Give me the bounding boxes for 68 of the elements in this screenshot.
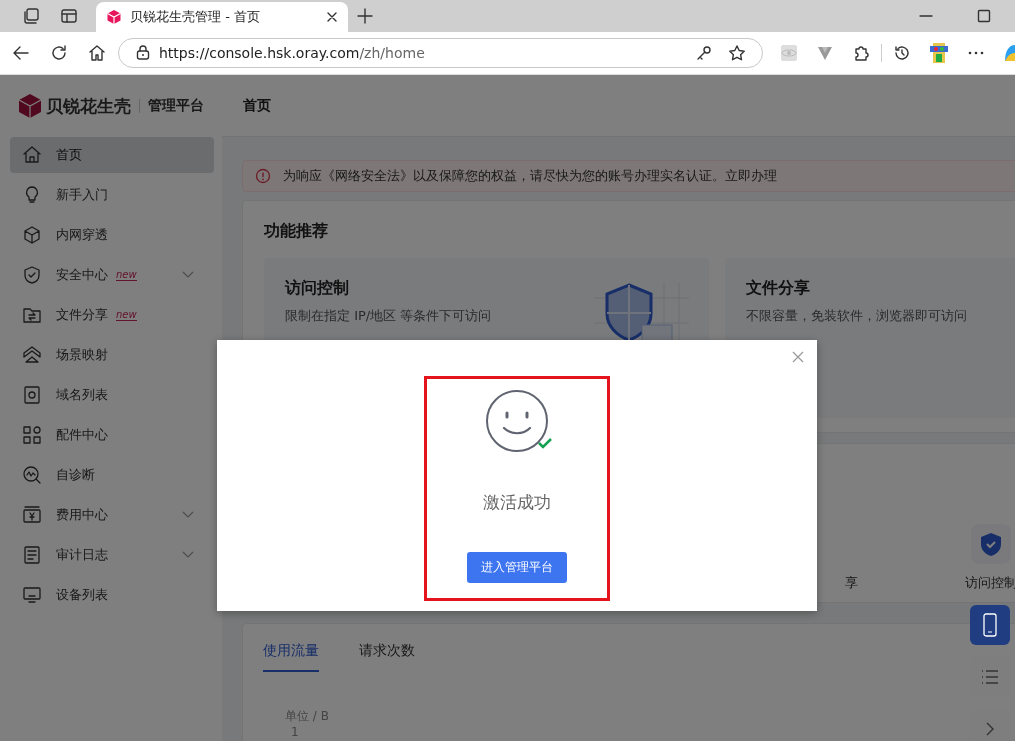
- feature-description: 不限容量，免装软件，浏览器即可访问: [746, 307, 968, 325]
- colorful-extension-icon[interactable]: [929, 42, 949, 64]
- new-badge: new: [116, 309, 137, 321]
- page-title: 首页: [243, 96, 271, 115]
- tab-title: 贝锐花生壳管理 - 首页: [130, 8, 261, 26]
- enter-console-button[interactable]: 进入管理平台: [467, 552, 567, 583]
- tab-actions-icon[interactable]: [22, 7, 40, 25]
- star-icon[interactable]: [728, 44, 746, 62]
- vertical-tabs-icon[interactable]: [60, 7, 78, 25]
- pulse-search-icon: [22, 465, 42, 485]
- success-message: 激活成功: [483, 491, 551, 514]
- stats-tab[interactable]: 使用流量: [263, 638, 319, 672]
- grid-icon: [22, 425, 42, 445]
- layers-icon: [22, 345, 42, 365]
- monitor-icon: [22, 585, 42, 605]
- section-title: 功能推荐: [264, 221, 329, 242]
- brand-name: 贝锐花生壳: [46, 94, 131, 118]
- sidebar-item[interactable]: 新手入门: [10, 177, 214, 213]
- sidebar-item[interactable]: 文件分享 new: [10, 297, 214, 333]
- sidebar-item[interactable]: 审计日志: [10, 537, 214, 573]
- triangle-icon[interactable]: [816, 44, 834, 62]
- history-icon[interactable]: [893, 44, 911, 62]
- url-text: https://console.hsk.oray.com/zh/home: [159, 45, 425, 61]
- sidebar-item[interactable]: 域名列表: [10, 377, 214, 413]
- cube-icon: [106, 9, 122, 25]
- browser-tab[interactable]: 贝锐花生壳管理 - 首页: [96, 2, 348, 32]
- sidebar-item[interactable]: 配件中心: [10, 417, 214, 453]
- sidebar-item[interactable]: 内网穿透: [10, 217, 214, 253]
- home-icon[interactable]: [88, 44, 106, 62]
- shield-check-icon: [980, 532, 1002, 556]
- feature-title: 访问控制: [285, 278, 350, 299]
- shield-check-icon: [22, 265, 42, 285]
- document-icon: [22, 545, 42, 565]
- box-icon: [22, 225, 42, 245]
- reload-icon[interactable]: [50, 44, 68, 62]
- shortcut-label[interactable]: 享: [844, 574, 858, 592]
- sidebar-item[interactable]: 费用中心: [10, 497, 214, 533]
- chevron-right-icon: [986, 722, 994, 736]
- notice-text: 为响应《网络安全法》以及保障您的权益，请尽快为您的账号办理实名认证。立即办理: [283, 167, 777, 185]
- badge-card-icon: [22, 385, 42, 405]
- sidebar-item[interactable]: 自诊断: [10, 457, 214, 493]
- home-icon: [22, 145, 42, 165]
- puzzle-icon[interactable]: [852, 44, 870, 62]
- shortcut-icon-tile[interactable]: [971, 524, 1011, 564]
- list-icon: [981, 670, 999, 684]
- sidebar-item[interactable]: 安全中心 new: [10, 257, 214, 293]
- new-badge: new: [116, 269, 137, 281]
- maximize-icon[interactable]: [977, 9, 991, 23]
- product-name: 管理平台: [148, 97, 204, 115]
- close-icon[interactable]: [326, 11, 338, 23]
- sidebar-item[interactable]: 设备列表: [10, 577, 214, 613]
- back-icon[interactable]: [12, 44, 30, 62]
- feature-title: 文件分享: [746, 278, 811, 299]
- sidebar-item[interactable]: 首页: [10, 137, 214, 173]
- swirl-icon[interactable]: [1003, 43, 1015, 63]
- sidebar-item[interactable]: 场景映射: [10, 337, 214, 373]
- stats-tab[interactable]: 请求次数: [359, 638, 415, 672]
- key-icon[interactable]: [696, 45, 712, 61]
- cube-logo-icon: [18, 93, 42, 119]
- lock-icon: [135, 45, 151, 61]
- warning-icon: [255, 168, 271, 184]
- folder-arrows-icon: [22, 305, 42, 325]
- new-tab-icon[interactable]: [356, 7, 374, 25]
- axis-tick: 1: [291, 725, 299, 739]
- phone-button[interactable]: [970, 605, 1010, 645]
- feature-description: 限制在指定 IP/地区 等条件下可访问: [285, 307, 493, 325]
- phone-icon: [982, 613, 998, 637]
- yen-box-icon: [22, 505, 42, 525]
